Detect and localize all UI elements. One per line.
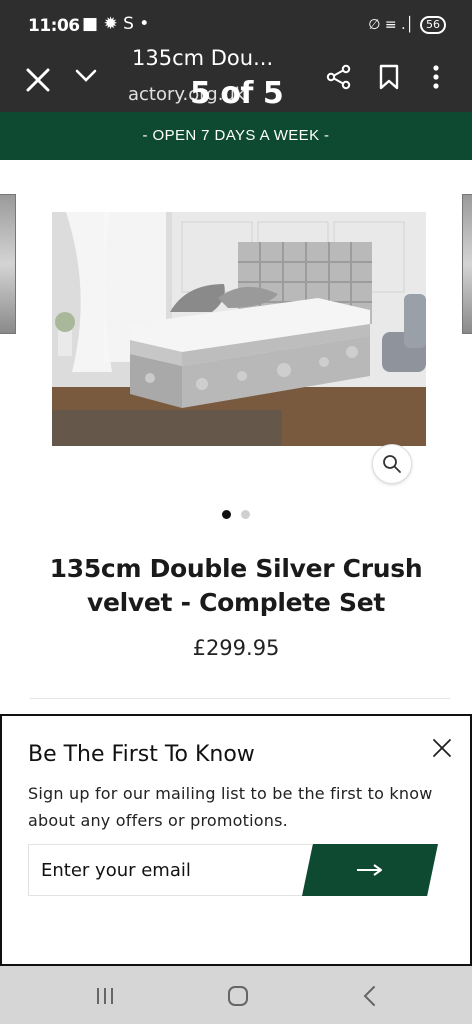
back-icon[interactable] <box>360 984 380 1008</box>
newsletter-popup: Be The First To Know Sign up for our mai… <box>0 714 472 966</box>
product-image-carousel[interactable] <box>0 190 472 519</box>
zoom-icon <box>383 455 401 473</box>
divider <box>30 698 450 699</box>
promo-banner: - OPEN 7 DAYS A WEEK - <box>0 112 472 160</box>
status-right: ∅ ≡ .│ 56 <box>368 16 446 34</box>
app-top-bar: 11:06 ■ ✹ S • ∅ ≡ .│ 56 135cm Dou... act… <box>0 0 472 112</box>
notification-icons: ■ ✹ S • <box>82 14 150 34</box>
more-icon[interactable] <box>428 64 444 90</box>
signal-icon: ∅ ≡ .│ <box>368 17 414 33</box>
system-nav-bar <box>0 966 472 1024</box>
carousel-dot-1[interactable] <box>222 510 231 519</box>
close-popup-icon[interactable] <box>430 736 454 760</box>
home-icon[interactable] <box>226 984 250 1008</box>
recent-apps-icon[interactable] <box>94 986 116 1006</box>
product-image[interactable] <box>52 212 426 446</box>
product-title: 135cm Double Silver Crush velvet - Compl… <box>49 554 423 617</box>
email-field[interactable] <box>28 844 312 896</box>
zoom-button[interactable] <box>372 444 412 484</box>
page-title: 135cm Dou... <box>132 46 274 70</box>
carousel-dot-2[interactable] <box>241 510 250 519</box>
arrow-right-icon <box>357 864 382 876</box>
subscribe-button[interactable] <box>302 844 438 896</box>
status-time: 11:06 <box>28 16 80 36</box>
share-icon[interactable] <box>326 64 352 90</box>
newsletter-description: Sign up for our mailing list to be the f… <box>28 784 433 830</box>
next-image-peek[interactable] <box>462 194 472 334</box>
battery-icon: 56 <box>420 16 446 34</box>
newsletter-title: Be The First To Know <box>28 742 255 767</box>
carousel-dots <box>0 510 472 519</box>
previous-image-peek[interactable] <box>0 194 16 334</box>
close-icon[interactable] <box>24 66 52 94</box>
bookmark-icon[interactable] <box>378 64 400 90</box>
product-price: £299.95 <box>192 636 280 660</box>
chevron-down-icon[interactable] <box>74 64 98 88</box>
image-page-count: 5 of 5 <box>190 76 284 111</box>
